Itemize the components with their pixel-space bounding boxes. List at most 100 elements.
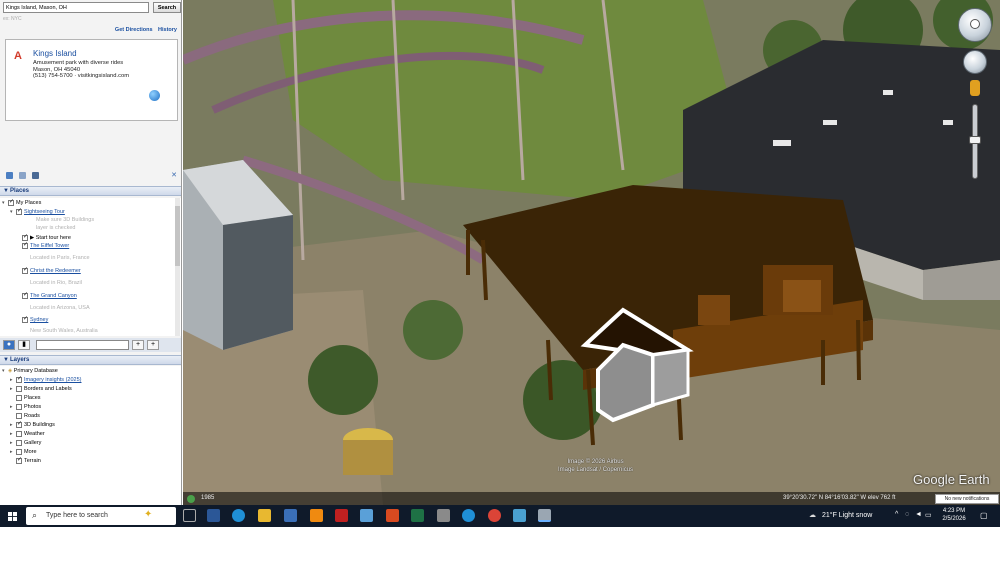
chevron-up-icon[interactable]: ^ [895, 511, 898, 518]
store-app-icon[interactable] [284, 509, 297, 522]
tree-item-sydney[interactable]: Sydney [22, 315, 48, 324]
taskbar-search-box[interactable]: ⌕ Type here to search ✦ [26, 507, 176, 525]
windows-taskbar: ⌕ Type here to search ✦ ☁ 21°F Light sno… [0, 505, 1000, 527]
places-header[interactable]: ▼ Places [0, 186, 181, 196]
notepad-app-icon[interactable] [360, 509, 373, 522]
search-highlight-icon: ✦ [144, 509, 153, 520]
layers-header[interactable]: ▼ Layers [0, 355, 181, 365]
checkbox[interactable] [16, 456, 22, 464]
notification-toast[interactable]: No new notifications [935, 494, 999, 504]
windows-start-icon[interactable] [8, 512, 17, 521]
tree-item-label[interactable]: Christ the Redeemer [30, 268, 81, 274]
search-up-button[interactable]: + [132, 340, 144, 350]
tree-item-label[interactable]: Sydney [30, 317, 48, 323]
app-icon[interactable] [513, 509, 526, 522]
get-directions-link[interactable]: Get Directions [115, 27, 153, 33]
checkbox[interactable] [16, 207, 22, 215]
layer-3d-buildings[interactable]: ▸3D Buildings [10, 420, 55, 429]
history-link[interactable]: History [158, 27, 177, 33]
print-icon[interactable] [32, 172, 39, 179]
excel-app-icon[interactable] [411, 509, 424, 522]
close-icon[interactable]: ✕ [171, 171, 177, 179]
edge-app-icon[interactable] [232, 509, 245, 522]
checkbox[interactable] [16, 394, 22, 401]
layer-weather[interactable]: ▸ Weather [10, 430, 45, 438]
edge-browser-icon[interactable] [462, 509, 475, 522]
tree-item-start-tour[interactable]: ▶ Start tour here [22, 233, 71, 242]
historical-imagery-icon[interactable] [187, 495, 195, 503]
map-view[interactable]: Image © 2026 Airbus Image Landsat / Cope… [183, 0, 1000, 505]
checkbox[interactable] [22, 241, 28, 249]
checkbox[interactable] [8, 198, 14, 206]
checkbox[interactable] [16, 412, 22, 419]
collapse-triangle-icon[interactable]: ▼ [3, 187, 9, 196]
tree-item-label[interactable]: Sightseeing Tour [24, 209, 65, 215]
search-button[interactable]: Search [153, 2, 181, 13]
places-scrollbar[interactable] [175, 198, 180, 336]
task-view-icon[interactable] [183, 509, 196, 522]
checkbox[interactable] [16, 403, 22, 410]
globe-icon[interactable] [149, 90, 160, 101]
places-view-button[interactable]: ● [3, 340, 15, 350]
battery-icon[interactable]: ▭ [925, 511, 932, 519]
compass-center-icon[interactable] [970, 19, 980, 29]
move-joystick[interactable] [963, 50, 987, 74]
street-view-pegman-icon[interactable] [970, 80, 980, 96]
search-result-card[interactable]: A Kings Island Amusement park with diver… [5, 39, 178, 121]
share-icon[interactable] [19, 172, 26, 179]
chrome-app-icon[interactable] [488, 509, 501, 522]
taskbar-clock[interactable]: 4:23 PM 2/5/2026 [934, 507, 974, 523]
google-earth-app-icon[interactable] [538, 509, 551, 522]
layer-gallery[interactable]: ▸ Gallery [10, 439, 41, 447]
file-explorer-icon[interactable] [258, 509, 271, 522]
photos-app-icon[interactable] [437, 509, 450, 522]
checkbox[interactable] [16, 430, 22, 437]
checkbox[interactable] [16, 375, 22, 383]
checkbox[interactable] [16, 385, 22, 392]
layer-terrain[interactable]: Terrain [10, 456, 41, 465]
layer-more[interactable]: ▸ More [10, 448, 37, 456]
tree-item-label[interactable]: The Eiffel Tower [30, 243, 69, 249]
layer-places[interactable]: Places [10, 394, 41, 402]
places-search-input[interactable] [36, 340, 129, 350]
result-title[interactable]: Kings Island [33, 49, 77, 58]
weather-icon[interactable]: ☁ [809, 511, 816, 519]
network-icon[interactable]: ◌ [905, 511, 909, 518]
checkbox[interactable] [22, 266, 28, 274]
notification-icon[interactable]: ▢ [980, 511, 988, 520]
layer-photos[interactable]: ▸ Photos [10, 403, 41, 411]
powerpoint-app-icon[interactable] [386, 509, 399, 522]
scrollbar-thumb[interactable] [175, 206, 180, 266]
tree-item-note: layer is checked [36, 225, 76, 231]
word-app-icon[interactable] [207, 509, 220, 522]
media-app-icon[interactable] [335, 509, 348, 522]
checkbox[interactable] [16, 420, 22, 428]
result-details: Amusement park with diverse rides Mason,… [33, 60, 129, 80]
volume-icon[interactable]: ◄ [915, 511, 922, 518]
places-search-bar: ● ▮ + + [0, 338, 181, 352]
layer-primary-database[interactable]: ▾ ◈ Primary Database [2, 367, 58, 375]
weather-text[interactable]: 21°F Light snow [822, 512, 872, 519]
vlc-app-icon[interactable] [310, 509, 323, 522]
tree-item-christ-redeemer[interactable]: Christ the Redeemer [22, 266, 81, 275]
layer-label[interactable]: Imagery insights (2025) [24, 377, 81, 383]
layer-borders-labels[interactable]: ▸ Borders and Labels [10, 385, 72, 393]
layer-label: Weather [24, 431, 45, 437]
add-folder-icon[interactable] [6, 172, 13, 179]
checkbox[interactable] [22, 315, 28, 323]
collapse-triangle-icon[interactable]: ▼ [3, 356, 9, 365]
checkbox[interactable] [22, 291, 28, 299]
layer-roads[interactable]: Roads [10, 412, 40, 420]
tree-item-sightseeing-tour[interactable]: ▾Sightseeing Tour [10, 207, 65, 216]
zoom-slider-handle[interactable] [969, 136, 981, 144]
tree-item-eiffel-tower[interactable]: The Eiffel Tower [22, 241, 69, 250]
tree-item-grand-canyon[interactable]: The Grand Canyon [22, 291, 77, 300]
layers-view-button[interactable]: ▮ [18, 340, 30, 350]
search-input[interactable] [3, 2, 149, 13]
search-down-button[interactable]: + [147, 340, 159, 350]
checkbox[interactable] [16, 439, 22, 446]
layer-imagery-insights[interactable]: ▸Imagery insights (2025) [10, 375, 81, 384]
tree-item-label[interactable]: The Grand Canyon [30, 293, 77, 299]
google-earth-logo: Google Earth [913, 472, 990, 487]
checkbox[interactable] [16, 448, 22, 455]
